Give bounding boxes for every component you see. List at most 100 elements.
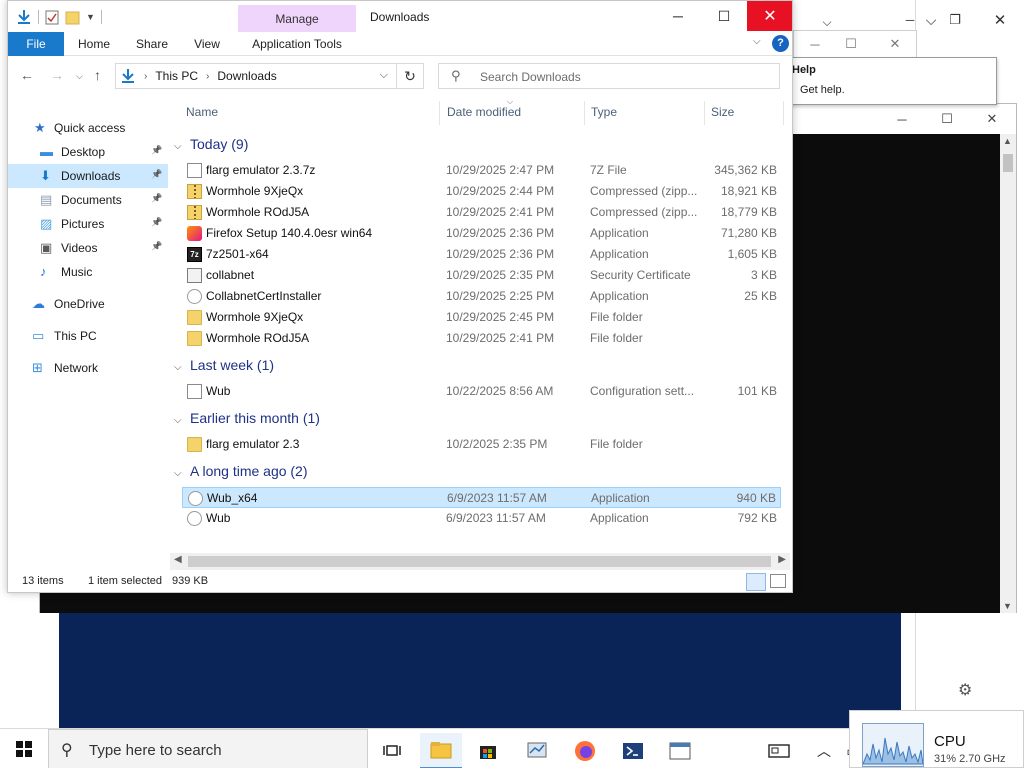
store-icon[interactable] bbox=[467, 733, 509, 768]
file-row[interactable]: CollabnetCertInstaller 10/29/2025 2:25 PM… bbox=[182, 286, 781, 307]
breadcrumb-separator-icon[interactable]: › bbox=[144, 71, 147, 82]
scroll-down-icon[interactable]: ▼ bbox=[1003, 601, 1012, 611]
group-header[interactable]: ⌵ Earlier this month (1) bbox=[174, 410, 320, 432]
minimize-icon[interactable]: ─ bbox=[882, 108, 922, 130]
sidebar-item-onedrive[interactable]: ☁ OneDrive bbox=[8, 292, 168, 316]
horizontal-scrollbar[interactable]: ◀ ▶ bbox=[170, 553, 790, 570]
maximize-icon[interactable]: ☐ bbox=[834, 33, 868, 55]
search-box[interactable]: ⚲ Search Downloads bbox=[438, 63, 780, 89]
start-button[interactable] bbox=[0, 729, 48, 768]
tab-share[interactable]: Share bbox=[128, 32, 176, 56]
scroll-up-icon[interactable]: ▲ bbox=[1003, 136, 1012, 146]
close-icon[interactable]: ✕ bbox=[985, 6, 1015, 34]
minimize-button[interactable]: ─ bbox=[655, 1, 701, 31]
chevron-down-icon[interactable]: ⌵ bbox=[174, 468, 190, 479]
file-explorer-taskbar-icon[interactable] bbox=[420, 733, 462, 768]
close-button[interactable]: ✕ bbox=[747, 1, 792, 31]
column-divider[interactable] bbox=[439, 101, 440, 125]
sidebar-item-quick-access[interactable]: ★ Quick access bbox=[8, 116, 168, 140]
taskbar-search[interactable]: ⚲ Type here to search bbox=[48, 729, 368, 768]
application-window-icon[interactable] bbox=[659, 733, 701, 768]
column-divider[interactable] bbox=[704, 101, 705, 125]
pin-icon[interactable]: 📌 bbox=[151, 145, 162, 156]
file-row[interactable]: Wormhole 9XjeQx 10/29/2025 2:45 PM File fo… bbox=[182, 307, 781, 328]
cpu-monitor-widget[interactable]: CPU 31% 2.70 GHz bbox=[849, 710, 1024, 768]
customize-qat-icon[interactable]: ▼ bbox=[86, 12, 95, 22]
sidebar-item-videos[interactable]: ▣ Videos 📌 bbox=[8, 236, 168, 260]
file-row[interactable]: Wub_x64 6/9/2023 11:57 AM Application 940 K… bbox=[182, 487, 781, 508]
group-header[interactable]: ⌵ A long time ago (2) bbox=[174, 463, 308, 485]
pin-icon[interactable]: 📌 bbox=[151, 241, 162, 252]
forward-arrow-icon[interactable]: → bbox=[50, 67, 64, 83]
maximize-icon[interactable]: ☐ bbox=[927, 108, 967, 130]
details-view-button[interactable] bbox=[746, 573, 766, 591]
group-header[interactable]: ⌵ Today (9) bbox=[174, 136, 248, 158]
tab-application-tools[interactable]: Application Tools bbox=[238, 32, 356, 56]
pin-icon[interactable]: 📌 bbox=[151, 217, 162, 228]
close-icon[interactable]: ✕ bbox=[878, 33, 912, 55]
chevron-down-icon[interactable]: ⌵ bbox=[174, 141, 190, 152]
scroll-thumb[interactable] bbox=[188, 556, 771, 567]
address-bar[interactable]: › This PC › Downloads ⌵ bbox=[115, 63, 397, 89]
title-bar[interactable]: ▼ Manage Downloads ─ ☐ ✕ bbox=[8, 1, 792, 55]
keyboard-icon[interactable] bbox=[758, 733, 800, 768]
sidebar-item-network[interactable]: ⊞ Network bbox=[8, 356, 168, 380]
help-icon[interactable]: ? bbox=[772, 35, 789, 52]
console-scrollbar[interactable]: ▲ ▼ bbox=[1000, 134, 1016, 613]
pin-icon[interactable]: 📌 bbox=[151, 169, 162, 180]
column-header-name[interactable]: Name bbox=[186, 97, 218, 127]
tab-file[interactable]: File bbox=[8, 32, 64, 56]
column-header-size[interactable]: Size bbox=[711, 97, 734, 127]
sidebar-item-this-pc[interactable]: ▭ This PC bbox=[8, 324, 168, 348]
task-view-icon[interactable] bbox=[371, 733, 413, 768]
file-row[interactable]: flarg emulator 2.3 10/2/2025 2:35 PM File … bbox=[182, 434, 781, 455]
close-icon[interactable]: ✕ bbox=[972, 108, 1012, 130]
chevron-down-icon[interactable]: ⌵ bbox=[174, 415, 190, 426]
file-row[interactable]: Wub 6/9/2023 11:57 AM Application 792 KB bbox=[182, 508, 781, 529]
chevron-down-icon[interactable]: ⌵ bbox=[174, 362, 190, 373]
sidebar-item-downloads[interactable]: ⬇ Downloads 📌 bbox=[8, 164, 168, 188]
column-header-date-modified[interactable]: Date modified bbox=[447, 97, 521, 127]
breadcrumb-downloads[interactable]: Downloads bbox=[217, 69, 276, 83]
column-divider[interactable] bbox=[783, 101, 784, 125]
file-row[interactable]: Firefox Setup 140.4.0esr win64 10/29/2025… bbox=[182, 223, 781, 244]
download-arrow-icon[interactable] bbox=[16, 9, 32, 25]
scroll-right-icon[interactable]: ▶ bbox=[778, 554, 786, 565]
powershell-icon[interactable] bbox=[612, 733, 654, 768]
gear-icon[interactable]: ⚙ bbox=[958, 680, 972, 700]
file-row[interactable]: Wormhole ROdJ5A 10/29/2025 2:41 PM File fo… bbox=[182, 328, 781, 349]
file-row[interactable]: collabnet 10/29/2025 2:35 PM Security Cert… bbox=[182, 265, 781, 286]
column-header-type[interactable]: Type bbox=[591, 97, 617, 127]
file-row[interactable]: Wub 10/22/2025 8:56 AM Configuration sett.… bbox=[182, 381, 781, 402]
network-map-icon[interactable] bbox=[516, 733, 558, 768]
maximize-button[interactable]: ☐ bbox=[701, 1, 747, 31]
expand-ribbon-icon[interactable]: ⌵ bbox=[753, 36, 761, 47]
file-row[interactable]: 7z 7z2501-x64 10/29/2025 2:36 PM Applicatio… bbox=[182, 244, 781, 265]
minimize-icon[interactable]: ─ bbox=[798, 33, 832, 55]
large-icons-view-button[interactable] bbox=[770, 574, 786, 588]
refresh-button[interactable]: ↻ bbox=[397, 63, 424, 89]
scroll-thumb[interactable] bbox=[1003, 154, 1013, 172]
tab-home[interactable]: Home bbox=[70, 32, 118, 56]
sidebar-item-music[interactable]: ♪ Music bbox=[8, 260, 168, 284]
restore-icon[interactable]: ❐ bbox=[940, 6, 970, 34]
pin-icon[interactable]: 📌 bbox=[151, 193, 162, 204]
column-divider[interactable] bbox=[584, 101, 585, 125]
chevron-down-icon[interactable]: ⌵ bbox=[380, 69, 388, 82]
up-arrow-icon[interactable]: ↑ bbox=[94, 67, 101, 83]
tab-view[interactable]: View bbox=[184, 32, 230, 56]
file-row[interactable]: Wormhole ROdJ5A 10/29/2025 2:41 PM Compres… bbox=[182, 202, 781, 223]
group-header[interactable]: ⌵ Last week (1) bbox=[174, 357, 274, 379]
sidebar-item-documents[interactable]: ▤ Documents 📌 bbox=[8, 188, 168, 212]
scroll-left-icon[interactable]: ◀ bbox=[174, 554, 182, 565]
sidebar-item-pictures[interactable]: ▨ Pictures 📌 bbox=[8, 212, 168, 236]
new-folder-icon[interactable] bbox=[65, 10, 80, 25]
file-row[interactable]: flarg emulator 2.3.7z 10/29/2025 2:47 PM 7… bbox=[182, 160, 781, 181]
sidebar-item-desktop[interactable]: ▬ Desktop 📌 bbox=[8, 140, 168, 164]
firefox-icon[interactable] bbox=[564, 733, 606, 768]
recent-locations-icon[interactable]: ⌵ bbox=[76, 71, 83, 82]
file-row[interactable]: Wormhole 9XjeQx 10/29/2025 2:44 PM Compres… bbox=[182, 181, 781, 202]
breadcrumb-this-pc[interactable]: This PC bbox=[155, 69, 198, 83]
breadcrumb-separator-icon[interactable]: › bbox=[206, 71, 209, 82]
properties-icon[interactable] bbox=[45, 10, 59, 25]
